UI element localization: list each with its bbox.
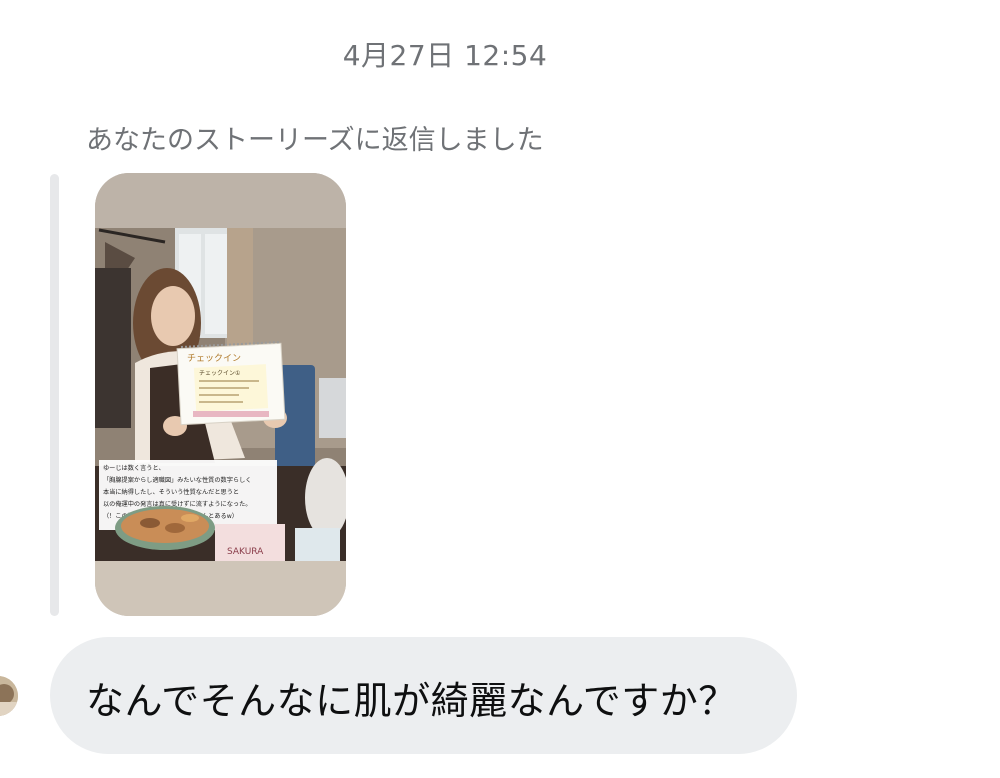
- story-top-band: [95, 173, 346, 228]
- story-photo: チェックイン チェックイン① ゆーじは数く言うと、 「胸腺提案からし適職図」みた…: [95, 228, 346, 561]
- reply-indicator-bar: [50, 174, 59, 616]
- story-bottom-band: [95, 561, 346, 616]
- dm-conversation-screen: 4月27日 12:54 あなたのストーリーズに返信しました チェックイン チェッ…: [0, 0, 1000, 778]
- board-title: チェックイン: [187, 353, 241, 364]
- caption-line: ゆーじは数く言うと、: [103, 464, 165, 472]
- message-text: なんでそんなに肌が綺麗なんですか？: [86, 679, 737, 723]
- bag-label: SAKURA: [227, 547, 264, 557]
- board-subtitle: チェックイン①: [199, 370, 240, 377]
- caption-line: 「胸腺提案からし適職図」みたいな性質の数字らしく: [103, 476, 252, 484]
- message-timestamp: 4月27日 12:54: [342, 39, 548, 72]
- avatar-image: [0, 676, 18, 716]
- caption-line: 本当に納得したし、そういう性質なんだと思うと: [103, 488, 239, 496]
- story-reply-label: あなたのストーリーズに返信しました: [86, 125, 544, 156]
- sender-avatar[interactable]: [0, 676, 18, 716]
- replied-story-thumbnail[interactable]: チェックイン チェックイン① ゆーじは数く言うと、 「胸腺提案からし適職図」みた…: [95, 173, 346, 616]
